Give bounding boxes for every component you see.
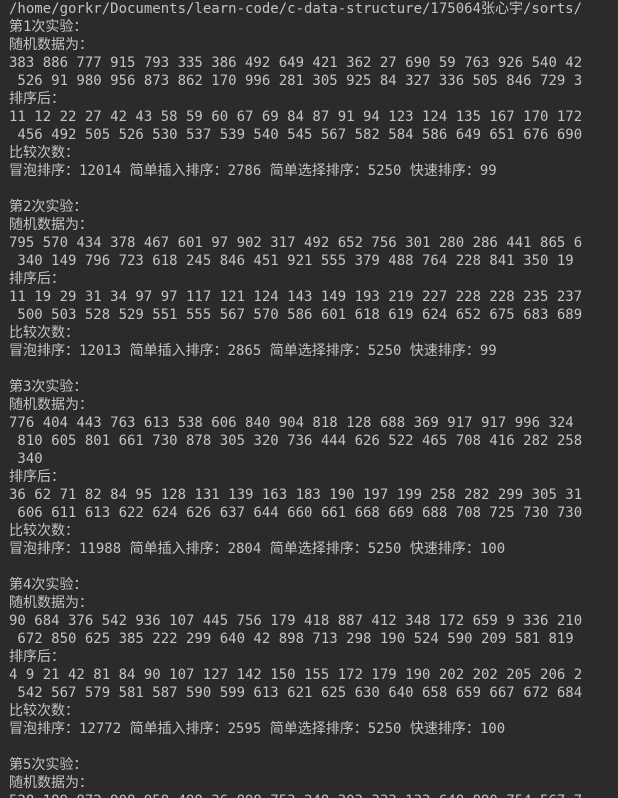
- terminal-line: 第5次实验：: [9, 757, 88, 773]
- terminal-line: 比较次数：: [9, 523, 79, 539]
- terminal-line: 526 91 980 956 873 862 170 996 281 305 9…: [9, 73, 583, 89]
- terminal-line: 36 62 71 82 84 95 128 131 139 163 183 19…: [9, 487, 583, 503]
- terminal-line: 606 611 613 622 624 626 637 644 660 661 …: [9, 505, 583, 521]
- terminal-line: 810 605 801 661 730 878 305 320 736 444 …: [9, 433, 583, 449]
- terminal-line: 随机数据为：: [9, 595, 93, 611]
- terminal-line: 排序后：: [9, 91, 65, 107]
- terminal-line: 随机数据为：: [9, 217, 93, 233]
- terminal-line: 11 19 29 31 34 97 97 117 121 124 143 149…: [9, 289, 583, 305]
- terminal-line: 776 404 443 763 613 538 606 840 904 818 …: [9, 415, 574, 431]
- terminal-line: 第3次实验：: [9, 379, 88, 395]
- terminal-line: 456 492 505 526 530 537 539 540 545 567 …: [9, 127, 583, 143]
- terminal-line: 排序后：: [9, 271, 65, 287]
- terminal-line: 排序后：: [9, 649, 65, 665]
- terminal-line: 随机数据为：: [9, 397, 93, 413]
- terminal-line: 冒泡排序：12013 简单插入排序：2865 简单选择排序：5250 快速排序：…: [9, 343, 497, 359]
- terminal-line: 第2次实验：: [9, 199, 88, 215]
- terminal-line: 795 570 434 378 467 601 97 902 317 492 6…: [9, 235, 583, 251]
- terminal-line: 冒泡排序：11988 简单插入排序：2804 简单选择排序：5250 快速排序：…: [9, 541, 506, 557]
- terminal-line: 比较次数：: [9, 703, 79, 719]
- terminal-line: 4 9 21 42 81 84 90 107 127 142 150 155 1…: [9, 667, 583, 683]
- terminal-line: 500 503 528 529 551 555 567 570 586 601 …: [9, 307, 583, 323]
- terminal-line: 随机数据为：: [9, 775, 93, 791]
- terminal-line: 冒泡排序：12772 简单插入排序：2595 简单选择排序：5250 快速排序：…: [9, 721, 506, 737]
- terminal-line: 340 149 796 723 618 245 846 451 921 555 …: [9, 253, 574, 269]
- terminal-line: 672 850 625 385 222 299 640 42 898 713 2…: [9, 631, 574, 647]
- terminal-output: /home/gorkr/Documents/learn-code/c-data-…: [0, 0, 618, 798]
- terminal-line: 冒泡排序：12014 简单插入排序：2786 简单选择排序：5250 快速排序：…: [9, 163, 497, 179]
- terminal-line: 90 684 376 542 936 107 445 756 179 418 8…: [9, 613, 583, 629]
- terminal-line: 比较次数：: [9, 325, 79, 341]
- terminal-line: 528 189 872 908 958 498 36 898 753 248 3…: [9, 792, 618, 798]
- terminal-line: 随机数据为：: [9, 37, 93, 53]
- terminal-line: 383 886 777 915 793 335 386 492 649 421 …: [9, 55, 583, 71]
- terminal-line: 11 12 22 27 42 43 58 59 60 67 69 84 87 9…: [9, 109, 583, 125]
- terminal-line: 340: [9, 451, 43, 467]
- terminal-line: /home/gorkr/Documents/learn-code/c-data-…: [9, 1, 583, 17]
- terminal-line: 542 567 579 581 587 590 599 613 621 625 …: [9, 685, 583, 701]
- terminal-line: 第4次实验：: [9, 577, 88, 593]
- terminal-line: 排序后：: [9, 469, 65, 485]
- terminal-line: 第1次实验：: [9, 19, 88, 35]
- terminal-line: 比较次数：: [9, 145, 79, 161]
